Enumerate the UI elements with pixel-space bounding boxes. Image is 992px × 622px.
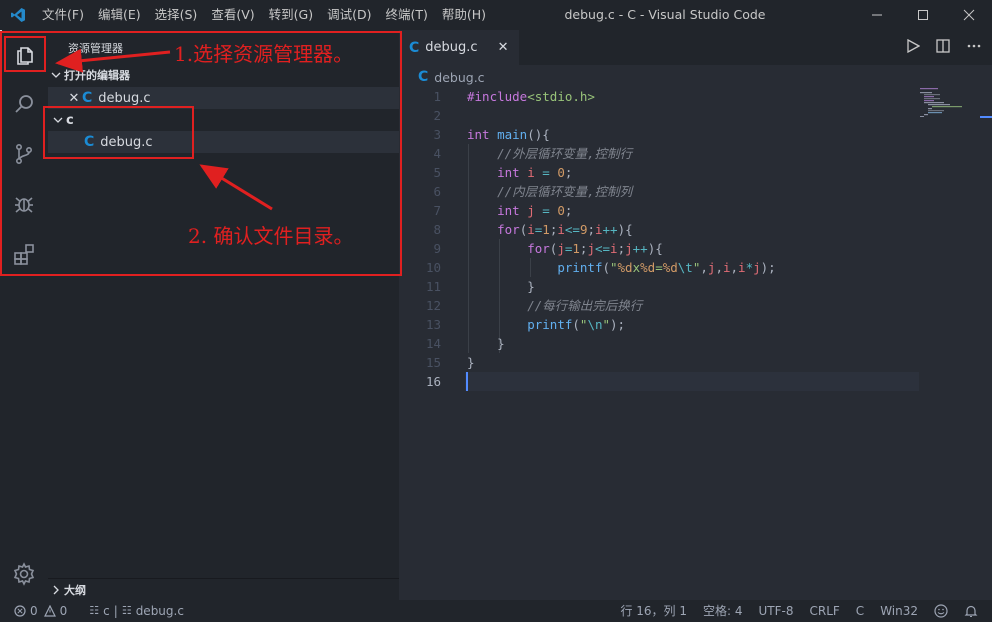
arrow-to-file-tree	[199, 164, 273, 211]
arrow-to-explorer-icon	[55, 48, 171, 73]
annotation-arrows	[55, 48, 273, 211]
